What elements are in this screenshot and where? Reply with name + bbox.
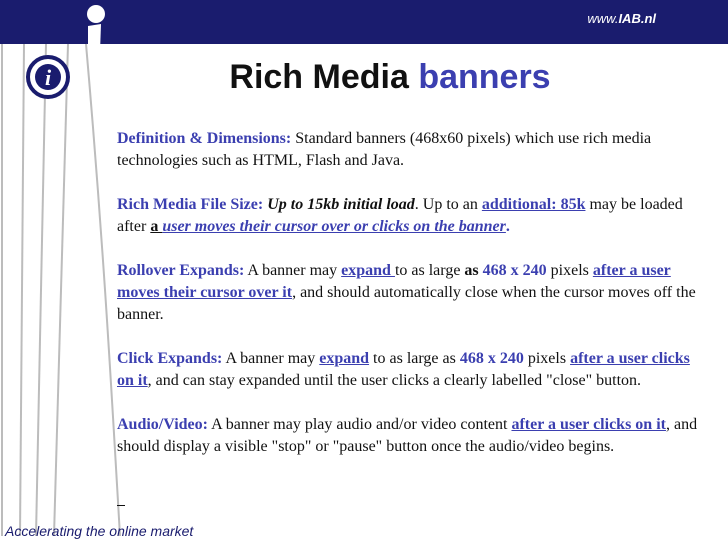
audio-label: Audio/Video: <box>117 416 208 433</box>
filesize-label: Rich Media File Size: <box>117 196 264 213</box>
rollover-expand-link[interactable]: expand <box>341 262 395 279</box>
definition-paragraph: Definition & Dimensions: Standard banner… <box>117 130 652 169</box>
header-bar: www.IAB.nl <box>0 0 728 44</box>
additional-85k-link[interactable]: additional: 85k <box>482 196 586 213</box>
rollover-paragraph: Rollover Expands: A banner may expand to… <box>117 262 696 323</box>
audio-after-link[interactable]: after a user clicks on it <box>511 416 666 433</box>
filesize-paragraph: Rich Media File Size: Up to 15kb initial… <box>117 196 683 235</box>
audio-paragraph: Audio/Video: A banner may play audio and… <box>117 416 698 455</box>
click-label: Click Expands: <box>117 350 223 367</box>
page-title: Rich Media banners <box>229 58 551 96</box>
rollover-label: Rollover Expands: <box>117 262 245 279</box>
click-expand-link[interactable]: expand <box>319 350 369 367</box>
footer-tagline: Accelerating the online market <box>5 523 194 539</box>
text-cursor-mark <box>117 505 125 506</box>
cursor-over-link[interactable]: user moves their cursor over or clicks o… <box>162 218 506 235</box>
left-stripes <box>1 43 121 537</box>
header-url: www.IAB.nl <box>587 11 656 26</box>
click-paragraph: Click Expands: A banner may expand to as… <box>117 350 690 389</box>
definition-label: Definition & Dimensions: <box>117 130 292 147</box>
slide-content: Definition & Dimensions: Standard banner… <box>117 128 709 480</box>
